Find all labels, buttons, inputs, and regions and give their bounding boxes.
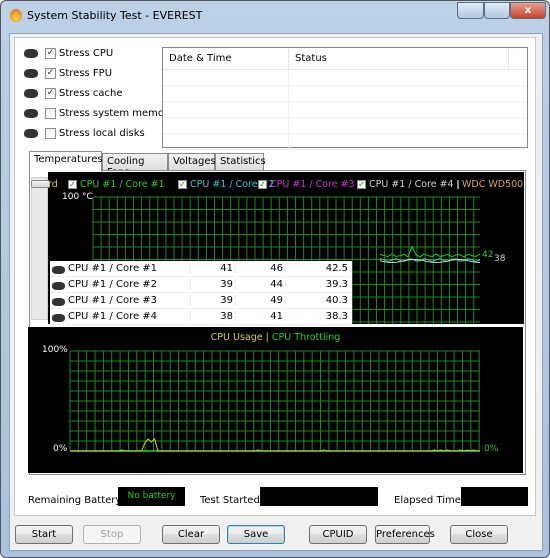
battery-label: Remaining Battery:	[28, 495, 124, 506]
option-stress-cpu[interactable]: ✓ Stress CPU	[24, 45, 113, 61]
option-label: Stress FPU	[59, 67, 113, 79]
elapsed-time-value	[461, 487, 528, 506]
maximize-button[interactable]	[484, 2, 510, 19]
min-value: 38	[190, 311, 235, 322]
min-value: 39	[190, 295, 235, 306]
test-started-value	[260, 487, 378, 506]
legend-checkbox[interactable]: ✓	[258, 180, 267, 189]
legend-label: CPU #1 / Core #4	[369, 179, 454, 190]
option-stress-cache[interactable]: ✓ Stress cache	[24, 85, 123, 101]
cpu-min-label: 0%	[53, 444, 68, 454]
chart-scrollbar[interactable]	[31, 177, 50, 320]
max-value: 46	[235, 263, 285, 274]
cpu-throttling-title: CPU Throttling	[271, 332, 341, 343]
option-stress-fpu[interactable]: ✓ Stress FPU	[24, 65, 112, 81]
disk-icon	[24, 128, 38, 138]
cpuid-button[interactable]: CPUID	[309, 525, 367, 544]
avg-value: 42.5	[285, 263, 350, 274]
window-title: System Stability Test - EVEREST	[27, 9, 203, 22]
temp-right-label-1: 42	[482, 250, 494, 260]
max-value: 49	[235, 295, 285, 306]
start-button[interactable]: Start	[15, 525, 73, 544]
checkbox[interactable]: ✓	[45, 47, 56, 59]
cpu-usage-chart: CPU Usage | CPU Throttling 100% 0% 0%	[28, 327, 523, 473]
clear-button[interactable]: Clear	[162, 525, 220, 544]
temp-max-label: 100 °C	[62, 192, 93, 202]
legend-item[interactable]: WDC WD5000A	[457, 179, 523, 190]
log-table: Date & Time Status	[162, 47, 528, 150]
table-row[interactable]: CPU #1 / Core #2 39 44 39.3	[50, 277, 352, 293]
legend-item[interactable]: rd	[48, 179, 58, 190]
avg-value: 39.3	[285, 279, 350, 290]
option-label: Stress cache	[59, 87, 123, 99]
stop-button[interactable]: Stop	[83, 525, 141, 544]
legend-item[interactable]: ✓ CPU #1 / Core #1	[68, 179, 165, 190]
save-button[interactable]: Save	[227, 525, 285, 544]
battery-value: No battery	[118, 487, 185, 506]
legend-label: CPU #1 / Core #1	[80, 179, 165, 190]
legend-item[interactable]: ✓ CPU #1 / Core #4	[357, 179, 454, 190]
option-label: Stress local disks	[59, 127, 145, 139]
column-date-time[interactable]: Date & Time	[163, 48, 289, 69]
sensor-name: CPU #1 / Core #2	[50, 279, 190, 290]
min-value: 39	[190, 279, 235, 290]
table-row[interactable]: CPU #1 / Core #3 39 49 40.3	[50, 293, 352, 309]
close-window-button[interactable]: x	[510, 2, 546, 19]
legend-checkbox[interactable]	[457, 180, 459, 189]
checkbox[interactable]: ✓	[45, 67, 56, 79]
sensor-name: CPU #1 / Core #3	[50, 295, 190, 306]
legend-label: rd	[48, 179, 58, 190]
cpu-usage-title: CPU Usage	[210, 332, 263, 343]
fpu-icon	[24, 68, 38, 78]
elapsed-time-label: Elapsed Time:	[394, 495, 465, 506]
temperature-series-line	[379, 245, 481, 258]
legend-checkbox[interactable]: ✓	[178, 180, 187, 189]
close-button[interactable]: Close	[450, 525, 508, 544]
checkbox[interactable]	[45, 127, 56, 139]
max-value: 44	[235, 279, 285, 290]
tab-statistics[interactable]: Statistics	[215, 153, 266, 171]
table-row[interactable]: CPU #1 / Core #4 38 41 38.3	[50, 309, 352, 325]
legend-label: WDC WD5000A	[462, 179, 523, 190]
title-separator: |	[265, 332, 269, 343]
checkbox[interactable]	[45, 107, 56, 119]
table-row[interactable]: CPU #1 / Core #1 41 46 42.5	[50, 261, 352, 277]
test-started-label: Test Started:	[200, 495, 264, 506]
sensor-name: CPU #1 / Core #4	[50, 311, 190, 322]
legend-checkbox[interactable]: ✓	[68, 180, 77, 189]
option-stress-local-disks[interactable]: Stress local disks	[24, 125, 145, 141]
tab-cooling-fans[interactable]: Cooling Fans	[102, 153, 168, 178]
min-value: 41	[190, 263, 235, 274]
column-status[interactable]: Status	[289, 48, 509, 69]
cpu-icon	[24, 48, 38, 58]
option-label: Stress CPU	[59, 47, 114, 59]
tab-voltages[interactable]: Voltages	[168, 153, 216, 171]
preferences-button[interactable]: Preferences	[375, 525, 435, 544]
legend-label: CPU #1 / Core #3	[270, 179, 355, 190]
memory-icon	[24, 108, 38, 118]
checkbox[interactable]: ✓	[45, 87, 56, 99]
avg-value: 38.3	[285, 311, 350, 322]
cpu-max-label: 100%	[42, 345, 68, 355]
temp-right-label-2: 38	[494, 254, 506, 264]
legend-checkbox[interactable]: ✓	[357, 180, 366, 189]
everest-flame-icon	[10, 9, 22, 22]
avg-value: 40.3	[285, 295, 350, 306]
tab-temperatures[interactable]: Temperatures	[29, 151, 103, 172]
legend-item[interactable]: ✓ CPU #1 / Core #3	[258, 179, 355, 190]
cpu-right-label: 0%	[484, 444, 499, 454]
sensor-name: CPU #1 / Core #1	[50, 263, 190, 274]
option-stress-system-memory[interactable]: Stress system memory	[24, 105, 174, 121]
temperature-table: CPU #1 / Core #1 41 46 42.5 CPU #1 / Core #2…	[50, 261, 352, 325]
max-value: 41	[235, 311, 285, 322]
cache-icon	[24, 88, 38, 98]
option-label: Stress system memory	[59, 107, 175, 119]
minimize-button[interactable]	[457, 2, 484, 19]
